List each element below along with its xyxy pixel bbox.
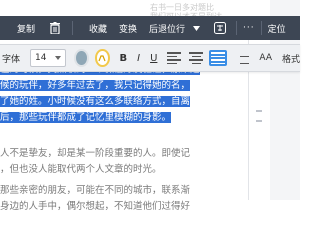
- align-left-button[interactable]: [167, 47, 182, 69]
- italic-button[interactable]: I: [137, 47, 140, 69]
- align-left-icon: [167, 52, 182, 64]
- favorite-button[interactable]: 收藏: [83, 16, 113, 40]
- dropdown-button[interactable]: [191, 16, 202, 40]
- underline-button[interactable]: U: [150, 47, 157, 69]
- selected-text-line: 后，那些玩伴都成了记忆里模糊的身影。: [0, 112, 172, 123]
- highlight-button[interactable]: [94, 49, 110, 67]
- delete-button[interactable]: [44, 16, 66, 40]
- trash-icon: [50, 22, 60, 34]
- align-right-icon: [235, 52, 250, 64]
- caret-down-icon: [55, 56, 62, 60]
- format-toolbar: 字体 14 B I U AA 格式: [0, 44, 300, 72]
- toolbar-separator: [72, 21, 73, 35]
- locate-button[interactable]: 定位: [262, 16, 292, 40]
- bold-button[interactable]: B: [120, 47, 128, 69]
- translate-button[interactable]: [208, 16, 232, 40]
- paragraph-line: 那些亲密的朋友，可能在不同的城市，联系渐: [0, 185, 191, 196]
- line-after-button[interactable]: 后退位行: [143, 16, 191, 40]
- selected-text-line: 候的玩伴，好多年过去了，我只记得她的名，: [0, 80, 191, 91]
- tick-mark: [256, 110, 262, 112]
- paragraph-line: ，但也没人能取代两个人文章的时光。: [0, 164, 162, 175]
- font-size-value: 14: [35, 53, 47, 63]
- context-toolbar: 复制 收藏 变换 后退位行 ··· 定位: [0, 16, 300, 40]
- align-center-icon: [189, 52, 204, 64]
- font-size-select[interactable]: 14: [30, 49, 67, 67]
- transform-button[interactable]: 变换: [113, 16, 143, 40]
- font-case-button[interactable]: AA: [259, 47, 272, 69]
- align-justify-button[interactable]: [209, 47, 228, 69]
- font-button[interactable]: 字体: [2, 47, 20, 69]
- more-button[interactable]: ···: [237, 16, 261, 40]
- paragraph-line: 人不是挚友，却是某一阶段重要的人。即使记: [0, 148, 191, 159]
- align-center-button[interactable]: [189, 47, 204, 69]
- highlighter-icon: [98, 55, 106, 62]
- tick-mark: [256, 120, 262, 122]
- format-button[interactable]: 格式: [282, 47, 300, 69]
- text-color-button[interactable]: [74, 49, 89, 67]
- selected-text-line: 了她的姓。小时候没有这么多联络方式，自离: [0, 96, 191, 107]
- align-justify-icon: [209, 50, 228, 66]
- align-right-button[interactable]: [235, 47, 250, 69]
- caret-down-icon: [193, 25, 201, 31]
- toolbar-left-edge: [0, 16, 14, 40]
- translate-icon: [214, 22, 227, 34]
- paragraph-line: 身边的人手中，偶尔想起，不知道他们过得好: [0, 201, 191, 212]
- copy-button[interactable]: 复制: [14, 16, 38, 40]
